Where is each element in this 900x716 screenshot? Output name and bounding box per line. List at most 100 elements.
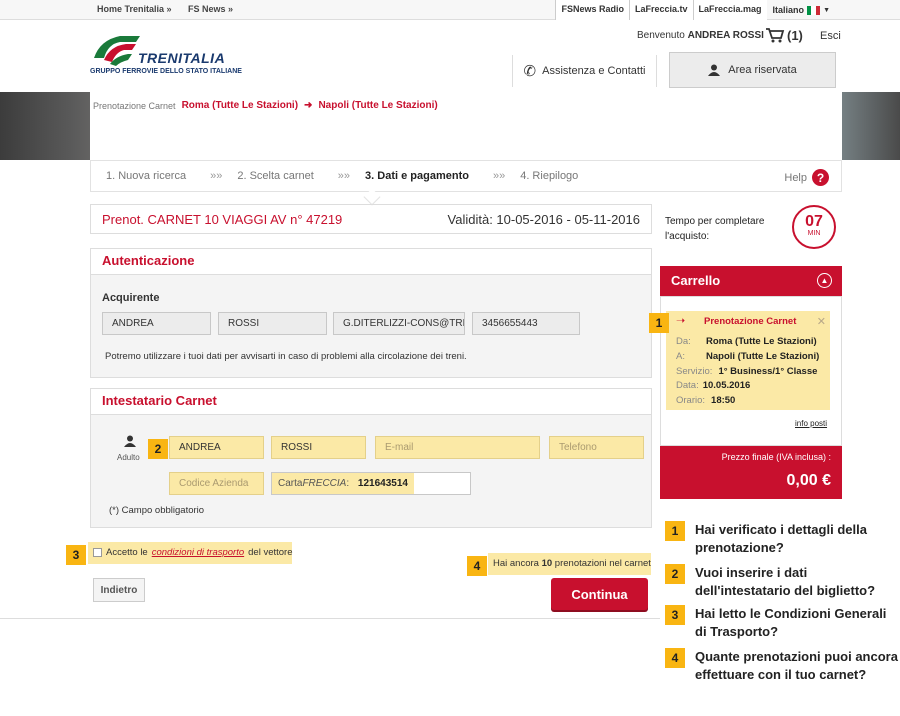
badge-2: 2	[148, 439, 168, 459]
cart-item: ➝ Prenotazione Carnet ✕ Da: Roma (Tutte L…	[666, 311, 830, 410]
trenitalia-logo[interactable]: TRENITALIA GRUPPO FERROVIE DELLO STATO I…	[90, 30, 242, 78]
help-label: Help	[784, 171, 807, 184]
question-2-badge: 2	[665, 564, 685, 584]
cart-count: (1)	[787, 27, 803, 43]
conditions-suffix: del vettore	[248, 547, 293, 558]
logout-link[interactable]: Esci	[820, 30, 841, 42]
cart-row-time: Orario: 18:50	[676, 395, 736, 406]
cart-row-service: Servizio: 1° Business/1° Classe	[676, 366, 818, 377]
remaining-prefix: Hai ancora	[493, 558, 542, 569]
breadcrumb-from: Roma (Tutte Le Stazioni)	[181, 100, 299, 111]
question-2-text: Vuoi inserire i dati dell'intestatario d…	[695, 565, 876, 598]
welcome-message: Benvenuto ANDREA ROSSI	[637, 30, 764, 41]
question-icon: ?	[812, 169, 829, 186]
step-3-active: 3. Dati e pagamento	[365, 170, 469, 182]
conditions-checkbox-row[interactable]: Accetto le condizioni di trasporto del v…	[93, 547, 293, 558]
step-separator: »»	[337, 170, 351, 182]
question-4-badge: 4	[665, 648, 685, 668]
assistance-link[interactable]: ✆ Assistenza e Contatti	[512, 55, 657, 87]
chevron-down-icon: ▼	[823, 6, 830, 14]
lafreccia-mag-link[interactable]: LaFreccia.mag	[692, 0, 767, 20]
price-label: Prezzo finale (IVA inclusa) :	[721, 452, 831, 462]
cartafreccia-prefix: Carta	[278, 478, 303, 489]
home-trenitalia-link[interactable]: Home Trenitalia »	[97, 4, 172, 14]
reservation-title: Prenot. CARNET 10 VIAGGI AV n° 47219	[102, 211, 343, 227]
remaining-reservations: Hai ancora 10 prenotazioni nel carnet	[493, 558, 651, 569]
validity-dates: Validità: 10-05-2016 - 05-11-2016	[447, 211, 640, 227]
cart-title: Carrello	[671, 273, 721, 288]
seat-info-link[interactable]: info posti	[795, 419, 827, 428]
buyer-last-name-field[interactable]: ROSSI	[218, 312, 327, 335]
conditions-prefix: Accetto le	[106, 547, 148, 558]
cart-item-title: Prenotazione Carnet	[704, 316, 797, 327]
cartafreccia-number: 121643514	[357, 478, 408, 489]
timer-label-line1: Tempo per completare	[665, 216, 765, 227]
cartafreccia-brand: FRECCIA	[302, 478, 347, 489]
cart-row-date: Data: 10.05.2016	[676, 380, 751, 391]
question-1-badge: 1	[665, 521, 685, 541]
cart-row-to: A: Napoli (Tutte Le Stazioni)	[676, 351, 820, 362]
authentication-panel: Autenticazione Acquirente ANDREA ROSSI G…	[90, 248, 652, 378]
holder-email-field[interactable]: E-mail	[375, 436, 540, 459]
back-button[interactable]: Indietro	[93, 578, 145, 602]
logo-subtitle: GRUPPO FERROVIE DELLO STATO ITALIANE	[90, 68, 242, 75]
price-box: Prezzo finale (IVA inclusa) : 0,00 €	[660, 446, 842, 499]
arrow-right-icon: ➜	[304, 100, 313, 111]
breadcrumb: Prenotazione Carnet Roma (Tutte Le Stazi…	[93, 100, 438, 111]
cartafreccia-suffix: :	[346, 478, 350, 489]
breadcrumb-label: Prenotazione Carnet	[93, 100, 176, 111]
assistance-label: Assistenza e Contatti	[542, 65, 646, 77]
fsnews-radio-link[interactable]: FSNews Radio	[555, 0, 629, 20]
header-cart[interactable]: (1)	[765, 27, 803, 43]
conditions-link[interactable]: condizioni di trasporto	[152, 547, 244, 558]
adult-user-icon	[124, 435, 136, 447]
cartafreccia-highlight: CartaFRECCIA: 121643514	[272, 473, 414, 494]
question-1-text: Hai verificato i dettagli della prenotaz…	[695, 522, 867, 555]
language-label: Italiano	[772, 5, 805, 15]
company-code-field[interactable]: Codice Azienda	[169, 472, 264, 495]
badge-4: 4	[467, 556, 487, 576]
holder-last-name-field[interactable]: ROSSI	[271, 436, 366, 459]
holder-phone-field[interactable]: Telefono	[549, 436, 644, 459]
lafreccia-tv-link[interactable]: LaFreccia.tv	[628, 0, 693, 20]
continue-button[interactable]: Continua	[551, 578, 648, 610]
chevron-up-icon[interactable]: ▲	[817, 273, 832, 288]
authentication-title: Autenticazione	[91, 249, 651, 275]
auth-note: Potremo utilizzare i tuoi dati per avvis…	[105, 351, 467, 362]
language-selector[interactable]: Italiano ▼	[767, 0, 836, 20]
step-separator: »»	[492, 170, 506, 182]
welcome-label: Benvenuto	[637, 30, 685, 41]
progress-steps: 1. Nuova ricerca »» 2. Scelta carnet »» …	[90, 160, 842, 192]
fs-news-link[interactable]: FS News »	[188, 4, 233, 14]
timer-label-line2: l'acquisto:	[665, 231, 710, 242]
buyer-label: Acquirente	[102, 292, 160, 304]
question-3-text: Hai letto le Condizioni Generali di Tras…	[695, 606, 887, 639]
holder-first-name-field[interactable]: ANDREA	[169, 436, 264, 459]
reservation-summary: Prenot. CARNET 10 VIAGGI AV n° 47219 Val…	[90, 204, 652, 234]
buyer-email-field[interactable]: G.DITERLIZZI-CONS@TREN	[333, 312, 465, 335]
cart-header[interactable]: Carrello ▲	[660, 266, 842, 296]
help-button[interactable]: Help ?	[784, 169, 829, 186]
remaining-count: 10	[541, 558, 553, 569]
price-value: 0,00 €	[786, 472, 831, 489]
question-3-badge: 3	[665, 605, 685, 625]
buyer-phone-field[interactable]: 3456655443	[472, 312, 580, 335]
step-2[interactable]: 2. Scelta carnet	[237, 170, 313, 182]
user-name: ANDREA ROSSI	[687, 30, 764, 41]
top-links: Home Trenitalia » FS News »	[97, 4, 247, 14]
holder-title: Intestatario Carnet	[91, 389, 651, 415]
breadcrumb-to: Napoli (Tutte Le Stazioni)	[318, 100, 438, 111]
question-4-text: Quante prenotazioni puoi ancora effettua…	[695, 649, 898, 682]
conditions-checkbox[interactable]	[93, 548, 102, 557]
reserved-area-button[interactable]: Area riservata	[669, 52, 836, 88]
cartafreccia-field[interactable]: CartaFRECCIA: 121643514	[271, 472, 471, 495]
italy-flag-icon	[807, 5, 821, 15]
buyer-first-name-field[interactable]: ANDREA	[102, 312, 211, 335]
top-right-links: FSNews Radio LaFreccia.tv LaFreccia.mag …	[555, 0, 836, 20]
badge-3: 3	[66, 545, 86, 565]
step-1[interactable]: 1. Nuova ricerca	[106, 170, 186, 182]
remove-item-icon[interactable]: ✕	[817, 315, 826, 328]
logo-text: TRENITALIA	[138, 50, 226, 66]
arrow-right-icon: ➝	[676, 315, 686, 327]
step-separator: »»	[210, 170, 223, 182]
